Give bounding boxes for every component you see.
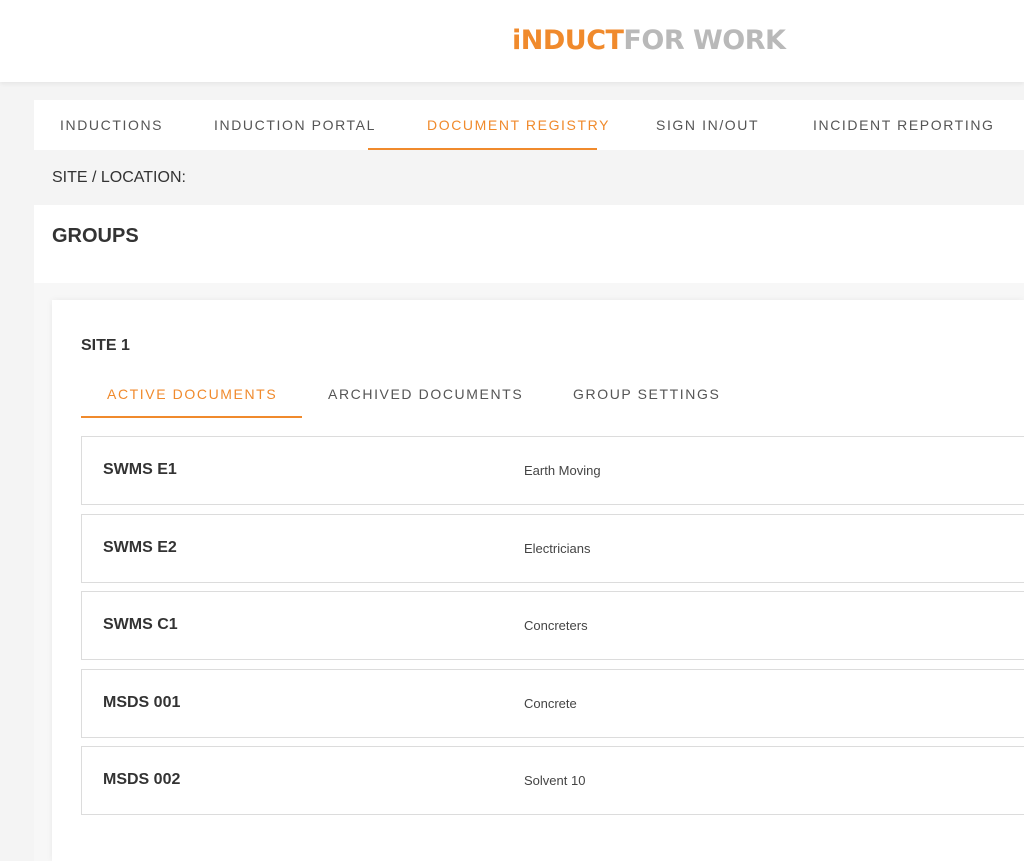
brand-logo[interactable]: iNDUCTFOR WORK — [512, 24, 786, 58]
active-subtab-indicator — [81, 416, 302, 418]
group-card: SITE 1 ACTIVE DOCUMENTS ARCHIVED DOCUMEN… — [52, 300, 1024, 861]
logo-text-induct: iNDUCT — [512, 25, 624, 56]
document-code: SWMS E1 — [103, 461, 177, 478]
site-location-bar: SITE / LOCATION: — [34, 150, 1024, 205]
tab-archived-documents[interactable]: ARCHIVED DOCUMENTS — [328, 384, 523, 404]
document-row[interactable]: SWMS E1 Earth Moving — [81, 436, 1024, 505]
document-code: MSDS 001 — [103, 694, 181, 711]
tab-incident-reporting[interactable]: INCIDENT REPORTING — [813, 100, 995, 150]
document-row[interactable]: MSDS 002 Solvent 10 — [81, 746, 1024, 815]
app-header: iNDUCTFOR WORK — [0, 0, 1024, 82]
tab-document-registry[interactable]: DOCUMENT REGISTRY — [427, 100, 610, 150]
document-row[interactable]: SWMS E2 Electricians — [81, 514, 1024, 583]
tab-active-documents[interactable]: ACTIVE DOCUMENTS — [107, 384, 277, 404]
tab-inductions[interactable]: INDUCTIONS — [60, 100, 163, 150]
page-title: GROUPS — [52, 225, 139, 247]
document-description: Concrete — [524, 696, 577, 711]
site-location-label: SITE / LOCATION: — [52, 169, 186, 186]
document-row[interactable]: MSDS 001 Concrete — [81, 669, 1024, 738]
document-description: Electricians — [524, 541, 591, 556]
tab-sign-in-out[interactable]: SIGN IN/OUT — [656, 100, 759, 150]
document-description: Solvent 10 — [524, 773, 586, 788]
document-description: Concreters — [524, 618, 588, 633]
tab-induction-portal[interactable]: INDUCTION PORTAL — [214, 100, 376, 150]
document-code: SWMS E2 — [103, 539, 177, 556]
group-title: SITE 1 — [81, 337, 130, 354]
tab-group-settings[interactable]: GROUP SETTINGS — [573, 384, 720, 404]
main-content: GROUPS SITE 1 ACTIVE DOCUMENTS ARCHIVED … — [34, 205, 1024, 861]
document-code: MSDS 002 — [103, 771, 181, 788]
main-nav: INDUCTIONS INDUCTION PORTAL DOCUMENT REG… — [34, 100, 1024, 150]
logo-text-for-work: FOR WORK — [623, 25, 786, 56]
document-description: Earth Moving — [524, 463, 601, 478]
document-code: SWMS C1 — [103, 616, 178, 633]
document-row[interactable]: SWMS C1 Concreters — [81, 591, 1024, 660]
